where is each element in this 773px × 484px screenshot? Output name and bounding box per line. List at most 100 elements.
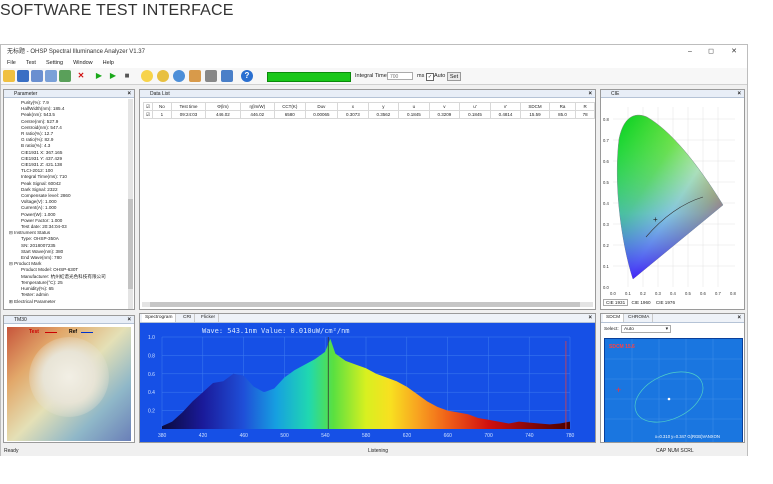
edit-icon[interactable] bbox=[189, 70, 201, 82]
sdcm-close-icon[interactable]: × bbox=[737, 314, 741, 322]
cie-tabs: CIE 1931 CIE 1960 CIE 1976 bbox=[603, 299, 677, 307]
play-icon[interactable]: ▶ bbox=[93, 70, 105, 82]
table-row[interactable]: ☑ 1 09:24:03 446.02 446.02 6580 0.00065 0.3073 0… bbox=[142, 110, 595, 119]
maximize-button[interactable]: ◻ bbox=[704, 45, 718, 59]
menu-file[interactable]: File bbox=[7, 60, 16, 66]
tree-group[interactable]: ⊞ Electrical Parameter bbox=[7, 299, 106, 305]
parameter-close-icon[interactable]: × bbox=[127, 90, 131, 98]
cie-x-tick: 0.2 bbox=[640, 291, 646, 296]
x-tick-label: 660 bbox=[444, 433, 453, 439]
table-cell: 85.0 bbox=[548, 110, 577, 119]
cie-x-tick: 0.8 bbox=[730, 291, 736, 296]
menu-test[interactable]: Test bbox=[26, 60, 36, 66]
tm30-close-icon[interactable]: × bbox=[127, 316, 131, 324]
refresh-icon[interactable] bbox=[173, 70, 185, 82]
column-header[interactable]: Ra bbox=[548, 102, 577, 111]
parameter-scrollbar[interactable] bbox=[128, 99, 133, 309]
tab-sdcm[interactable]: SDCM bbox=[603, 314, 625, 322]
column-header[interactable]: SDCM bbox=[520, 102, 550, 111]
column-header[interactable]: R bbox=[575, 102, 595, 111]
cie-y-tick: 0.1 bbox=[603, 264, 609, 269]
cie-x-tick: 0.5 bbox=[685, 291, 691, 296]
paste-icon[interactable] bbox=[45, 70, 57, 82]
row-checkbox[interactable]: ☑ bbox=[142, 110, 154, 119]
parameter-title: Parameter bbox=[14, 91, 38, 97]
data-list-close-icon[interactable]: × bbox=[588, 90, 592, 98]
chevron-down-icon: ▾ bbox=[665, 327, 668, 332]
tab-cie1931[interactable]: CIE 1931 bbox=[603, 299, 629, 306]
toolbar: ✕ ▶ ▶ ■ ? Integral Time 700 ms ✓ Auto Se… bbox=[1, 68, 747, 85]
close-button[interactable]: ✕ bbox=[727, 45, 741, 59]
calibrate-icon[interactable] bbox=[157, 70, 169, 82]
data-list-hscroll-thumb[interactable] bbox=[150, 302, 580, 307]
continuous-play-icon[interactable]: ▶ bbox=[107, 70, 119, 82]
auto-checkbox[interactable]: ✓ bbox=[426, 73, 434, 81]
column-header[interactable]: v bbox=[428, 102, 461, 111]
status-right: CAP NUM SCRL bbox=[656, 448, 694, 454]
column-header[interactable]: y bbox=[367, 102, 400, 111]
copy-icon[interactable] bbox=[31, 70, 43, 82]
menu-window[interactable]: Window bbox=[73, 60, 93, 66]
tab-cie1976[interactable]: CIE 1976 bbox=[654, 300, 677, 305]
cie-y-ticks: 0.8 0.7 0.6 0.5 0.4 0.3 0.2 0.1 0.0 bbox=[603, 117, 609, 290]
y-tick-label: 0.2 bbox=[148, 409, 155, 415]
help-icon[interactable]: ? bbox=[241, 70, 253, 82]
spectrogram-close-icon[interactable]: × bbox=[588, 314, 592, 322]
x-tick-label: 580 bbox=[362, 433, 371, 439]
cie-x-tick: 0.7 bbox=[715, 291, 721, 296]
column-header[interactable]: Test time bbox=[170, 102, 207, 111]
sdcm-select[interactable]: Auto ▾ bbox=[621, 325, 671, 333]
data-table: ☑ No Test time Φ(lm) η(lm/W) CCT(K) Duv x y u v u' v… bbox=[142, 102, 595, 119]
column-header[interactable]: u bbox=[398, 102, 430, 111]
cie-close-icon[interactable]: × bbox=[737, 90, 741, 98]
tab-chroma[interactable]: CHROMA bbox=[625, 314, 654, 322]
preview-icon[interactable] bbox=[221, 70, 233, 82]
tm30-legend-ref: Ref bbox=[69, 329, 78, 335]
table-header-row: ☑ No Test time Φ(lm) η(lm/W) CCT(K) Duv x y u v u' v… bbox=[142, 102, 595, 111]
tab-flicker[interactable]: Flicker bbox=[198, 314, 220, 322]
column-header[interactable]: Duv bbox=[304, 102, 339, 111]
integral-time-input[interactable]: 700 bbox=[387, 72, 413, 80]
column-header[interactable]: u' bbox=[459, 102, 491, 111]
open-icon[interactable] bbox=[3, 70, 15, 82]
auto-label: Auto bbox=[434, 73, 446, 79]
tab-cri[interactable]: CRI bbox=[180, 314, 196, 322]
cie-y-tick: 0.3 bbox=[603, 222, 609, 227]
save-icon[interactable] bbox=[17, 70, 29, 82]
data-list-hscroll[interactable] bbox=[142, 302, 593, 307]
menu-help[interactable]: Help bbox=[103, 60, 114, 66]
x-tick-label: 500 bbox=[280, 433, 289, 439]
column-header[interactable]: v' bbox=[489, 102, 522, 111]
sdcm-svg: + SDCM 15.6 x=0.310 y=0.347 G(RGB)VANXON bbox=[605, 339, 742, 442]
menu-setting[interactable]: Setting bbox=[46, 60, 63, 66]
minimize-button[interactable]: – bbox=[683, 45, 697, 59]
delete-icon[interactable]: ✕ bbox=[75, 70, 87, 82]
print-icon[interactable] bbox=[205, 70, 217, 82]
cie-panel: CIE × + 0.8 0.7 0.6 0.5 0.4 0.3 0.2 0.1 … bbox=[600, 89, 745, 310]
spectrogram-chart: Wave: 543.1nm Value: 0.010uW/cm²/nm 1.0 0… bbox=[140, 323, 595, 442]
tab-cie1960[interactable]: CIE 1960 bbox=[629, 300, 652, 305]
x-tick-label: 740 bbox=[525, 433, 534, 439]
column-header[interactable]: x bbox=[337, 102, 369, 111]
select-all-checkbox[interactable]: ☑ bbox=[142, 102, 154, 111]
parameter-scroll-thumb[interactable] bbox=[128, 199, 133, 289]
tab-spectrogram[interactable]: Spectrogram bbox=[142, 314, 177, 322]
column-header[interactable]: No bbox=[152, 102, 172, 111]
cie-x-tick: 0.0 bbox=[610, 291, 616, 296]
table-cell: 0.1845 bbox=[398, 110, 430, 119]
status-bar: Ready Listening CAP NUM SCRL bbox=[1, 446, 747, 456]
parameter-tree: Purity(%): 7.9 HalfWidth(nm): 185.4 Peak(n… bbox=[7, 100, 106, 305]
column-header[interactable]: η(lm/W) bbox=[239, 102, 276, 111]
bulb-icon[interactable] bbox=[141, 70, 153, 82]
tree-item: Manufacturer: 杭州虹谱光色科技有限公司 bbox=[21, 273, 106, 279]
column-header[interactable]: CCT(K) bbox=[274, 102, 306, 111]
tm30-header: TM30 × bbox=[4, 316, 134, 324]
cie-x-tick: 0.4 bbox=[670, 291, 676, 296]
table-cell: 0.3073 bbox=[337, 110, 369, 119]
sdcm-panel: SDCM CHROMA × Select: Auto ▾ + SDCM 15.6… bbox=[600, 313, 745, 443]
column-header[interactable]: Φ(lm) bbox=[205, 102, 241, 111]
stop-icon[interactable]: ■ bbox=[121, 70, 133, 82]
cie-x-tick: 0.3 bbox=[655, 291, 661, 296]
export-icon[interactable] bbox=[59, 70, 71, 82]
set-button[interactable]: Set bbox=[447, 72, 461, 81]
